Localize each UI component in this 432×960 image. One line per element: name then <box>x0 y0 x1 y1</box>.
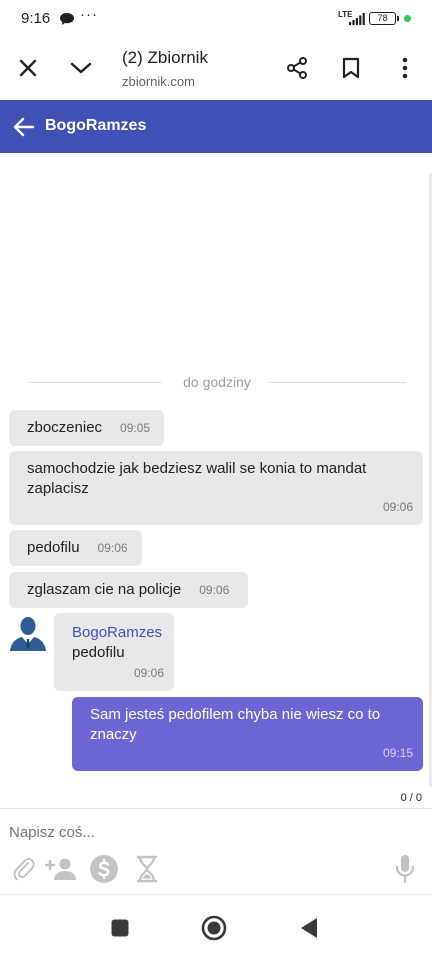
hourglass-icon[interactable] <box>131 853 163 885</box>
message-text: Sam jesteś pedofilem chyba nie wiesz co … <box>90 706 381 743</box>
system-nav-bar <box>0 894 432 960</box>
message-time: 09:06 <box>199 583 230 597</box>
message-bubble[interactable]: zboczeniec 09:05 <box>9 410 164 446</box>
message-counter: 0 / 0 <box>400 792 422 804</box>
chevron-down-icon[interactable] <box>63 50 99 86</box>
back-triangle-icon[interactable] <box>294 913 324 943</box>
message-bubble[interactable]: pedofilu 09:06 <box>9 530 142 566</box>
message-sender[interactable]: BogoRamzes <box>72 623 174 643</box>
message-text: pedofilu <box>27 539 80 556</box>
message-time: 09:06 <box>97 541 128 555</box>
signal-icon <box>349 12 365 30</box>
message-text: samochodzie jak bedziesz walil se konia … <box>27 460 367 497</box>
avatar[interactable] <box>8 613 48 653</box>
page-title: (2) Zbiornik <box>122 48 208 67</box>
microphone-icon[interactable] <box>389 853 421 885</box>
close-icon[interactable] <box>10 50 46 86</box>
status-time: 9:16 <box>21 10 51 27</box>
message-time: 09:05 <box>120 421 151 435</box>
recents-icon[interactable] <box>105 913 135 943</box>
more-vert-icon[interactable] <box>387 50 423 86</box>
add-person-icon[interactable] <box>45 853 77 885</box>
page-url[interactable]: zbiornik.com <box>122 74 195 89</box>
chat-bubble-icon <box>60 12 74 30</box>
message-time: 09:15 <box>382 746 413 760</box>
paperclip-icon[interactable] <box>8 853 40 885</box>
message-text: pedofilu <box>72 644 125 661</box>
share-icon[interactable] <box>279 50 315 86</box>
message-input[interactable] <box>9 824 409 841</box>
message-bubble-outgoing[interactable]: Sam jesteś pedofilem chyba nie wiesz co … <box>72 697 423 771</box>
status-overflow-dots: ··· <box>80 6 98 23</box>
message-list[interactable]: do godziny zboczeniec 09:05 samochodzie j… <box>0 153 432 808</box>
battery-icon: 78 <box>369 12 399 25</box>
home-icon[interactable] <box>199 913 229 943</box>
message-bubble[interactable]: samochodzie jak bedziesz walil se konia … <box>9 451 423 525</box>
browser-toolbar: (2) Zbiornik zbiornik.com <box>0 38 432 100</box>
chat-header: BogoRamzes <box>0 100 432 153</box>
date-divider: do godziny <box>28 373 406 391</box>
message-time: 09:06 <box>382 500 413 514</box>
dollar-coin-icon[interactable] <box>88 853 120 885</box>
message-time: 09:06 <box>133 666 164 680</box>
message-text: zglaszam cie na policje <box>27 581 182 598</box>
message-composer <box>0 808 432 894</box>
bookmark-icon[interactable] <box>333 50 369 86</box>
status-bar: 9:16 ··· LTE 78 <box>0 0 432 38</box>
date-divider-label: do godziny <box>183 374 251 390</box>
message-bubble[interactable]: BogoRamzes pedofilu 09:06 <box>54 613 174 691</box>
message-text: zboczeniec <box>27 419 103 436</box>
message-bubble[interactable]: zglaszam cie na policje 09:06 <box>9 572 248 608</box>
chat-title: BogoRamzes <box>45 117 147 134</box>
back-arrow-icon[interactable] <box>10 113 38 141</box>
privacy-dot-icon <box>404 15 411 22</box>
